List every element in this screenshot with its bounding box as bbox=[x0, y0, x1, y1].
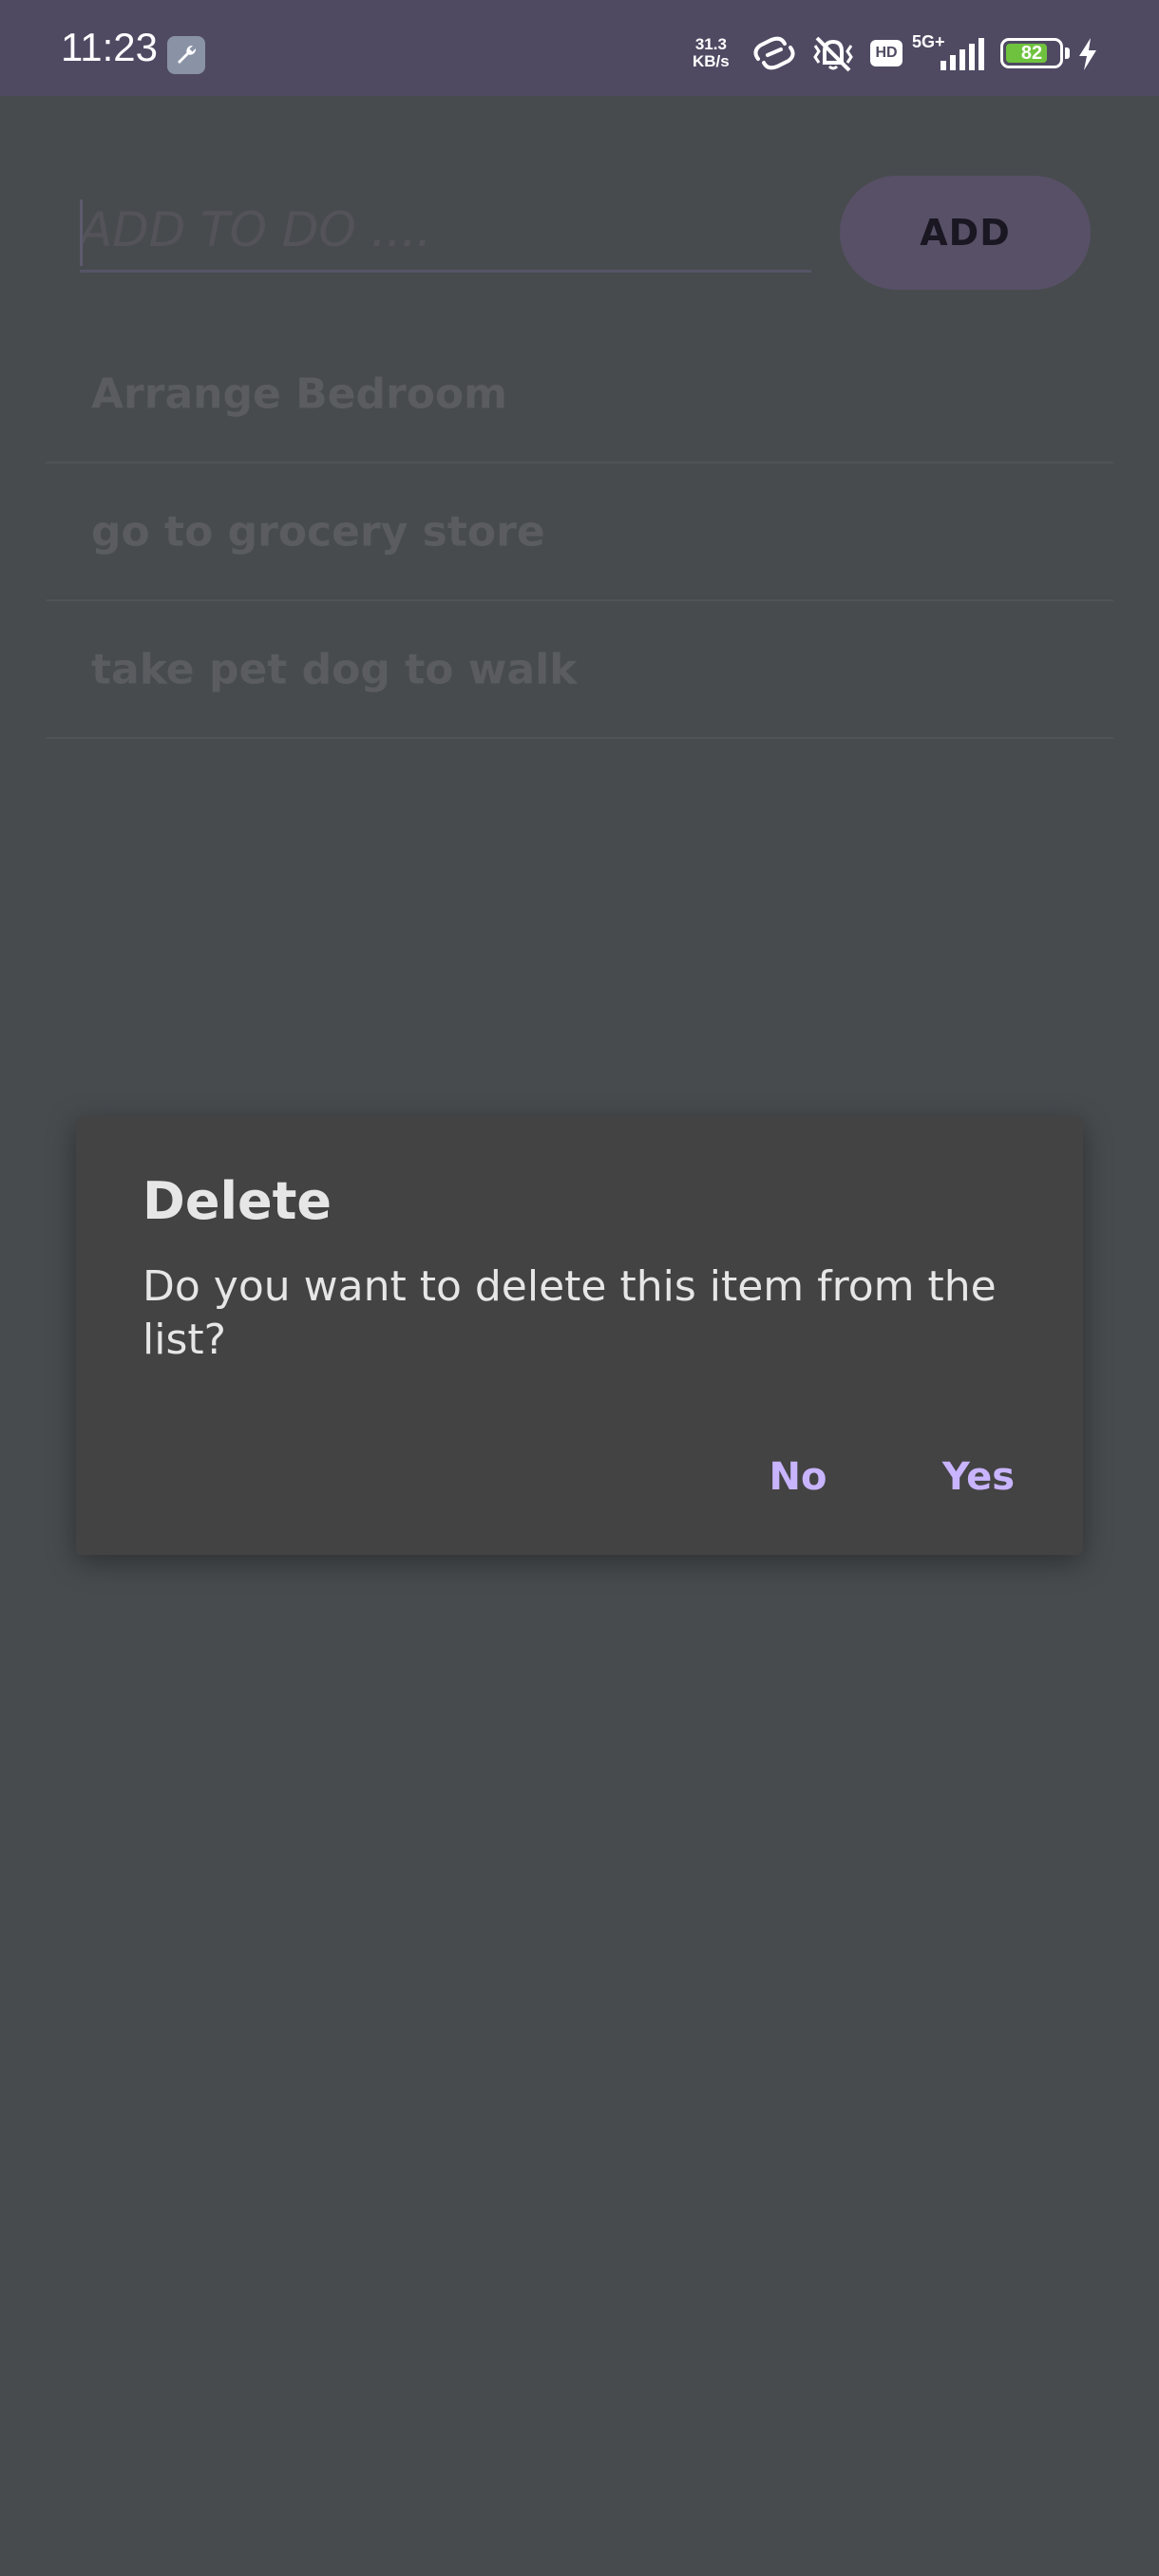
vibrate-icon bbox=[809, 34, 857, 78]
network-speed-unit: KB/s bbox=[693, 52, 730, 70]
status-bar: 11:23 31.3 KB/s HD 5G+ 82 bbox=[0, 0, 1159, 96]
wrench-icon bbox=[167, 36, 205, 74]
network-speed: 31.3 KB/s bbox=[693, 36, 730, 70]
network-speed-value: 31.3 bbox=[694, 35, 727, 53]
list-item-label: go to grocery store bbox=[91, 507, 545, 556]
battery-level: 82 bbox=[1020, 43, 1043, 64]
list-item-label: Arrange Bedroom bbox=[91, 369, 508, 418]
add-button[interactable]: ADD bbox=[840, 176, 1091, 290]
list-item[interactable]: take pet dog to walk bbox=[46, 601, 1113, 739]
delete-dialog: Delete Do you want to delete this item f… bbox=[76, 1116, 1083, 1555]
yes-button[interactable]: Yes bbox=[902, 1434, 1054, 1520]
battery-tip bbox=[1065, 47, 1070, 59]
dialog-message: Do you want to delete this item from the… bbox=[142, 1262, 997, 1364]
charging-icon bbox=[1077, 38, 1098, 74]
no-button[interactable]: No bbox=[722, 1434, 874, 1520]
list-item[interactable]: go to grocery store bbox=[46, 464, 1113, 601]
text-cursor bbox=[80, 199, 83, 266]
battery-icon: 82 bbox=[1000, 38, 1063, 68]
list-item[interactable]: Arrange Bedroom bbox=[46, 326, 1113, 464]
hd-badge: HD bbox=[870, 40, 902, 66]
link-icon bbox=[750, 34, 798, 76]
dialog-title: Delete bbox=[142, 1171, 332, 1231]
status-time: 11:23 bbox=[61, 25, 158, 69]
signal-icon bbox=[940, 36, 986, 76]
todo-input[interactable] bbox=[80, 190, 811, 273]
list-item-label: take pet dog to walk bbox=[91, 645, 578, 693]
